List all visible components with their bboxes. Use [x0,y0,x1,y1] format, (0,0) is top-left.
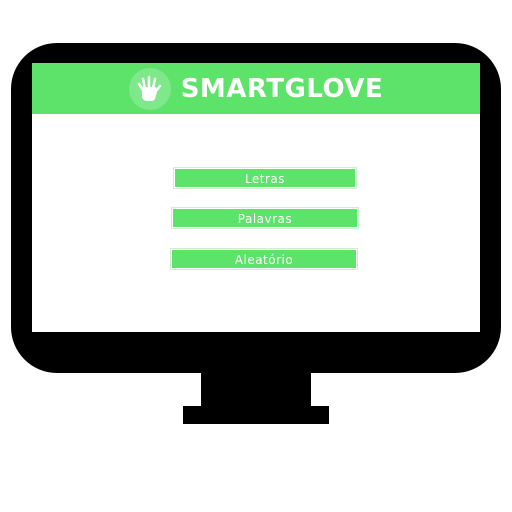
logo [128,67,171,110]
monitor-illustration: SMARTGLOVE Letras Palavras Aleatório [0,0,512,512]
monitor-stand-neck [201,370,311,410]
monitor-stand-base [183,406,329,424]
aleatorio-button[interactable]: Aleatório [171,249,357,269]
app-title: SMARTGLOVE [180,73,384,104]
letras-button[interactable]: Letras [174,168,356,188]
app-header: SMARTGLOVE [32,63,480,114]
hand-icon [137,75,162,101]
palavras-button[interactable]: Palavras [172,208,358,228]
app-screen: SMARTGLOVE Letras Palavras Aleatório [32,63,480,332]
